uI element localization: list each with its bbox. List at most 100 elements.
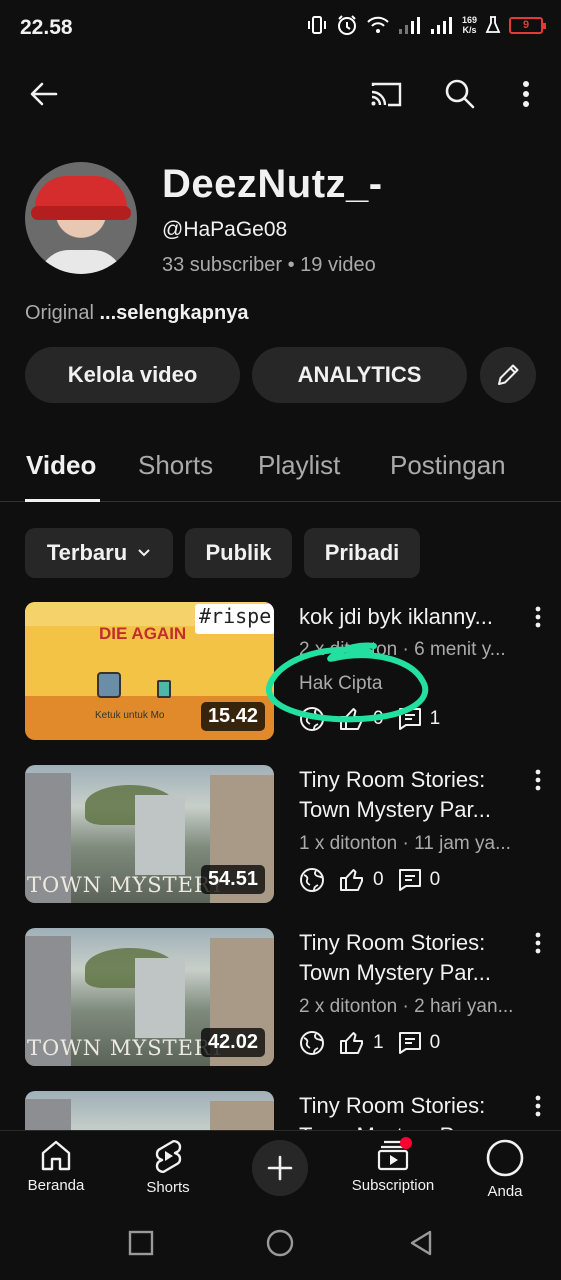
search-button[interactable]	[438, 72, 482, 116]
comments-stat: 0	[398, 868, 441, 892]
avatar[interactable]	[25, 162, 137, 274]
comment-icon	[398, 869, 421, 891]
top-app-bar	[0, 60, 561, 130]
tab-posts[interactable]: Postingan	[390, 450, 506, 481]
video-title-line: Tiny Room Stories:	[299, 767, 486, 792]
video-title-line: Town Mystery Par...	[299, 797, 491, 822]
thumb-object	[157, 680, 171, 698]
video-title-line: Tiny Room Stories:	[299, 930, 486, 955]
system-navigation	[0, 1208, 561, 1280]
video-thumbnail[interactable]: DIE AGAIN #rispe Ketuk untuk Mo 15.42	[25, 602, 274, 740]
channel-tabs: Video Shorts Playlist Postingan	[0, 430, 561, 502]
sort-dropdown[interactable]: Terbaru	[25, 528, 173, 578]
channel-name: DeezNutz_-	[162, 162, 383, 206]
video-title-line: kok jdi byk iklanny...	[299, 604, 494, 629]
sort-label: Terbaru	[46, 540, 128, 565]
channel-stats: 33 subscriber • 19 video	[162, 254, 376, 276]
video-item[interactable]: TOWN MYSTERY 54.51 Tiny Room Stories: To…	[25, 765, 545, 903]
channel-handle: @HaPaGe08	[162, 218, 288, 241]
comment-icon	[398, 708, 421, 730]
description-text: Original	[25, 302, 94, 324]
home-circle-icon[interactable]	[265, 1228, 295, 1258]
recents-icon[interactable]	[128, 1230, 154, 1256]
back-triangle-icon[interactable]	[408, 1229, 434, 1257]
nav-home[interactable]: Beranda	[1, 1139, 111, 1194]
video-item[interactable]: TOWN MYSTERY 42.02 Tiny Room Stories: To…	[25, 928, 545, 1066]
comment-icon	[398, 1032, 421, 1054]
manage-videos-button[interactable]: Kelola video	[25, 347, 240, 403]
video-stats: 0 1	[299, 704, 440, 734]
edit-channel-button[interactable]	[480, 347, 536, 403]
pencil-icon	[498, 364, 519, 385]
thumb-up-icon	[340, 1032, 363, 1054]
tab-shorts[interactable]: Shorts	[138, 450, 213, 481]
globe-icon	[300, 868, 324, 892]
channel-description[interactable]: Original ...selengkapnya	[25, 302, 248, 325]
net-speed: 169 K/s	[461, 15, 477, 35]
nav-subscription-label: Subscription	[351, 1177, 435, 1194]
thumb-game-title: DIE AGAIN	[99, 624, 187, 643]
comments-count: 1	[429, 708, 441, 729]
chevron-down-icon	[138, 549, 150, 557]
thumb-up-icon	[340, 869, 363, 891]
status-bar: 22.58 169 K/s 9	[0, 0, 561, 58]
filter-public-chip[interactable]: Publik	[185, 528, 292, 578]
filter-private-chip[interactable]: Pribadi	[304, 528, 420, 578]
status-icons: 169 K/s 9	[306, 14, 546, 36]
nav-you[interactable]: Anda	[450, 1139, 560, 1200]
video-title[interactable]: Tiny Room Stories: Town Mystery Par...	[299, 765, 529, 825]
video-more-button[interactable]	[530, 604, 546, 630]
description-more-link[interactable]: ...selengkapnya	[99, 302, 248, 324]
alarm-icon	[337, 15, 356, 35]
thumb-up-icon	[340, 708, 363, 730]
video-more-button[interactable]	[530, 1093, 546, 1119]
video-duration: 42.02	[200, 1028, 265, 1057]
video-title[interactable]: Tiny Room Stories: Town Mystery Par...	[299, 928, 529, 988]
video-duration: 15.42	[200, 702, 265, 731]
thumb-town-text: TOWN MYSTERY	[27, 1036, 225, 1060]
cast-button[interactable]	[364, 72, 408, 116]
video-meta: 2 x ditonton · 6 menit y...	[299, 639, 506, 660]
shorts-icon	[155, 1140, 182, 1173]
back-button[interactable]	[22, 72, 66, 116]
more-vert-icon	[523, 81, 529, 107]
nav-subscription[interactable]: Subscription	[338, 1139, 448, 1194]
account-circle-icon	[486, 1139, 524, 1177]
likes-stat: 0	[339, 707, 384, 731]
active-tab-indicator	[25, 499, 100, 502]
thumb-character	[97, 672, 121, 698]
comments-count: 0	[429, 869, 441, 890]
video-title-line: Town Mystery Par...	[299, 960, 491, 985]
thumb-game-hint: Ketuk untuk Mo	[95, 710, 165, 721]
thumb-church	[135, 795, 185, 875]
more-vert-icon	[535, 606, 541, 628]
thumb-town-text: TOWN MYSTERY	[27, 873, 225, 897]
likes-stat: 0	[339, 868, 384, 892]
video-title[interactable]: kok jdi byk iklanny...	[299, 602, 529, 632]
battery-indicator: 9	[509, 16, 546, 34]
likes-count: 1	[373, 1032, 384, 1053]
create-button[interactable]	[252, 1140, 308, 1196]
video-more-button[interactable]	[530, 930, 546, 956]
video-meta: 1 x ditonton · 11 jam ya...	[299, 833, 511, 854]
home-icon	[41, 1140, 71, 1171]
video-title-line: Tiny Room Stories:	[299, 1093, 486, 1118]
globe-icon	[300, 1031, 324, 1055]
nav-shorts[interactable]: Shorts	[113, 1139, 223, 1196]
back-arrow-icon	[30, 82, 58, 106]
copyright-label[interactable]: Hak Cipta	[299, 673, 382, 695]
analytics-button[interactable]: ANALYTICS	[252, 347, 467, 403]
more-vert-icon	[535, 932, 541, 954]
comments-stat: 1	[398, 707, 441, 731]
video-meta: 2 x ditonton · 2 hari yan...	[299, 996, 514, 1017]
video-thumbnail[interactable]: TOWN MYSTERY 42.02	[25, 928, 274, 1066]
likes-count: 0	[373, 869, 384, 890]
avatar-hat-brim	[31, 206, 131, 220]
tab-video[interactable]: Video	[26, 450, 96, 481]
video-thumbnail[interactable]: TOWN MYSTERY 54.51	[25, 765, 274, 903]
more-options-button[interactable]	[508, 72, 544, 116]
signal-icon	[398, 17, 420, 34]
video-more-button[interactable]	[530, 767, 546, 793]
video-item[interactable]: DIE AGAIN #rispe Ketuk untuk Mo 15.42 ko…	[25, 602, 545, 740]
tab-playlist[interactable]: Playlist	[258, 450, 340, 481]
